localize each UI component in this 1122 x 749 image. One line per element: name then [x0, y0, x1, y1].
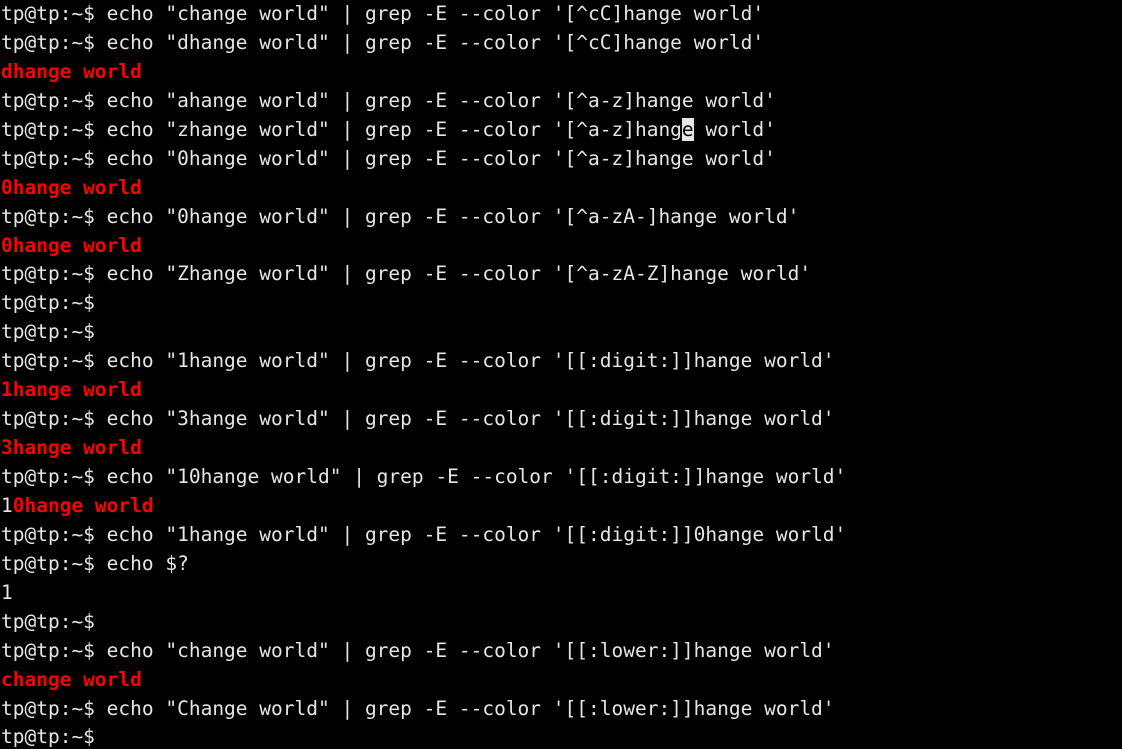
text-cursor-block[interactable]: e	[681, 117, 694, 141]
terminal-output-text: 1	[1, 493, 13, 517]
terminal-command-text: tp@tp:~$ echo "change world" | grep -E -…	[1, 638, 835, 662]
terminal-command-text: tp@tp:~$ echo "3hange world" | grep -E -…	[1, 407, 835, 431]
terminal-command-text: tp@tp:~$	[1, 609, 95, 633]
terminal-command-text: tp@tp:~$ echo "1hange world" | grep -E -…	[1, 522, 847, 546]
terminal-line: tp@tp:~$ echo "ahange world" | grep -E -…	[0, 87, 1122, 116]
grep-match-text: dhange world	[1, 59, 142, 83]
terminal-line: tp@tp:~$ echo "0hange world" | grep -E -…	[0, 203, 1122, 232]
terminal-line: 3hange world	[0, 434, 1122, 463]
terminal-line: tp@tp:~$ echo "3hange world" | grep -E -…	[0, 405, 1122, 434]
terminal-command-text: tp@tp:~$ echo "Change world" | grep -E -…	[1, 696, 835, 720]
terminal-line: tp@tp:~$ echo "1hange world" | grep -E -…	[0, 521, 1122, 550]
terminal-line: tp@tp:~$	[0, 289, 1122, 318]
terminal-command-text: tp@tp:~$ echo "0hange world" | grep -E -…	[1, 146, 776, 170]
terminal-command-text: tp@tp:~$ echo $?	[1, 551, 189, 575]
terminal-line: tp@tp:~$ echo "Zhange world" | grep -E -…	[0, 260, 1122, 289]
grep-match-text: change world	[1, 667, 142, 691]
terminal-line: tp@tp:~$	[0, 723, 1122, 749]
terminal-command-text: tp@tp:~$	[1, 291, 95, 315]
terminal-line: 1	[0, 579, 1122, 608]
terminal-line: tp@tp:~$ echo "change world" | grep -E -…	[0, 0, 1122, 29]
terminal-line: tp@tp:~$ echo "Change world" | grep -E -…	[0, 695, 1122, 724]
terminal-line: 0hange world	[0, 174, 1122, 203]
grep-match-text: 3hange world	[1, 436, 142, 460]
terminal-command-text: tp@tp:~$ echo "ahange world" | grep -E -…	[1, 88, 776, 112]
grep-match-text: 0hange world	[12, 493, 154, 517]
terminal-line: tp@tp:~$ echo "1hange world" | grep -E -…	[0, 347, 1122, 376]
terminal-line: tp@tp:~$ echo "dhange world" | grep -E -…	[0, 29, 1122, 58]
terminal-line: 0hange world	[0, 232, 1122, 261]
grep-match-text: 0hange world	[1, 233, 142, 257]
terminal-line: tp@tp:~$ echo "change world" | grep -E -…	[0, 637, 1122, 666]
grep-match-text: 0hange world	[1, 175, 142, 199]
terminal-command-text: tp@tp:~$	[1, 725, 95, 749]
terminal-command-text: tp@tp:~$ echo "change world" | grep -E -…	[1, 2, 765, 25]
terminal-command-text: tp@tp:~$ echo "dhange world" | grep -E -…	[1, 30, 765, 54]
terminal-line: tp@tp:~$ echo "0hange world" | grep -E -…	[0, 145, 1122, 174]
terminal-command-text: world'	[693, 117, 776, 141]
terminal-command-text: tp@tp:~$ echo "0hange world" | grep -E -…	[1, 204, 800, 228]
grep-match-text: 1hange world	[1, 378, 142, 402]
terminal-command-text: tp@tp:~$ echo "1hange world" | grep -E -…	[1, 349, 835, 373]
terminal-line: tp@tp:~$ echo "10hange world" | grep -E …	[0, 463, 1122, 492]
terminal-line: tp@tp:~$	[0, 318, 1122, 347]
terminal-command-text: tp@tp:~$ echo "Zhange world" | grep -E -…	[1, 262, 812, 286]
terminal-screen[interactable]: tp@tp:~$ echo "change world" | grep -E -…	[0, 0, 1122, 749]
terminal-command-text: tp@tp:~$ echo "zhange world" | grep -E -…	[1, 117, 682, 141]
terminal-command-text: tp@tp:~$ echo "10hange world" | grep -E …	[1, 465, 847, 488]
terminal-output-text: 1	[1, 580, 13, 604]
terminal-line: tp@tp:~$ echo $?	[0, 550, 1122, 579]
terminal-line: change world	[0, 666, 1122, 695]
terminal-line: tp@tp:~$ echo "zhange world" | grep -E -…	[0, 116, 1122, 145]
terminal-line: tp@tp:~$	[0, 608, 1122, 637]
terminal-line: 10hange world	[0, 492, 1122, 521]
terminal-line: 1hange world	[0, 376, 1122, 405]
terminal-command-text: tp@tp:~$	[1, 320, 95, 344]
terminal-line: dhange world	[0, 58, 1122, 87]
